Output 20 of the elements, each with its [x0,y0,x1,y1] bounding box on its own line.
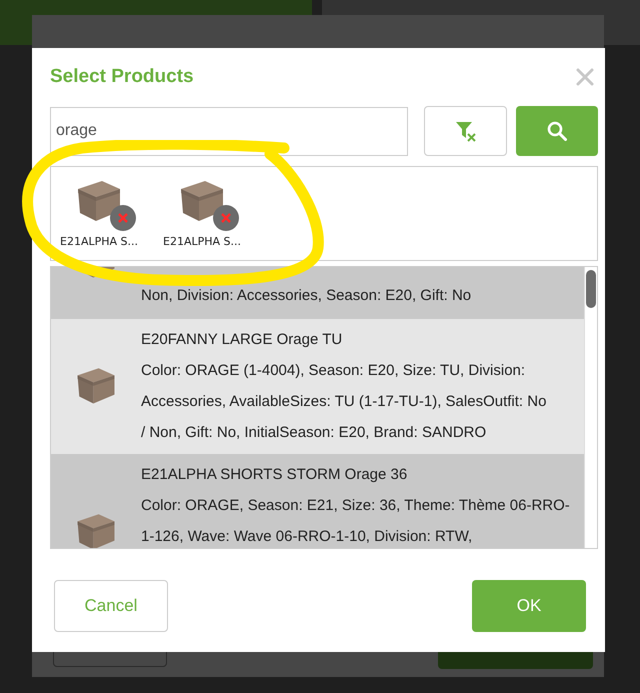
product-name: E21ALPHA SHORTS STORM Orage 36 [141,465,408,485]
product-name: E20FANNY LARGE Orage TU [141,330,344,350]
search-icon [547,121,567,141]
product-label: E21ALPHA S... [163,235,241,248]
result-row[interactable]: E21ALPHA SHORTS STORM Orage 36 Color: ORAGE, Season: E21, Size: 36, Theme: Thème 06-RRO- 1-126, Wave: Wave 06-RRO-1-10, Division: RTW, [51,454,584,548]
remove-button[interactable] [213,205,239,231]
close-icon [221,213,231,223]
clear-filter-button[interactable] [424,106,507,156]
dialog-title: Select Products [50,66,194,88]
product-details: Color: ORAGE (1-4004), Season: E20, Size: TU, Division: Accessories, AvailableSizes: TU (1-17-TU-1), SalesOutfit: No / Non, Gift: No, InitialSeason: E20, Brand: SANDRO [141,361,546,443]
close-icon [576,68,594,86]
search-button[interactable] [516,106,598,156]
result-row[interactable]: E20FANNY LARGE Orage TU Color: ORAGE (1-4004), Season: E20, Size: TU, Division: Accessories, AvailableSizes: TU (1-17-TU-1), SalesOutfit: No / Non, Gift: No, InitialSeason: E20, Brand: SANDRO [51,319,584,454]
product-details: Non, Division: Accessories, Season: E20, Gift: No [141,286,472,306]
product-label: E21ALPHA S... [60,235,138,248]
filter-clear-icon [454,120,476,142]
close-icon [118,213,128,223]
remove-button[interactable] [110,205,136,231]
product-details: Color: ORAGE, Season: E21, Size: 36, Theme: Thème 06-RRO- 1-126, Wave: Wave 06-RRO-1-10, Division: RTW, [141,496,570,547]
scrollbar-thumb[interactable] [586,270,596,308]
